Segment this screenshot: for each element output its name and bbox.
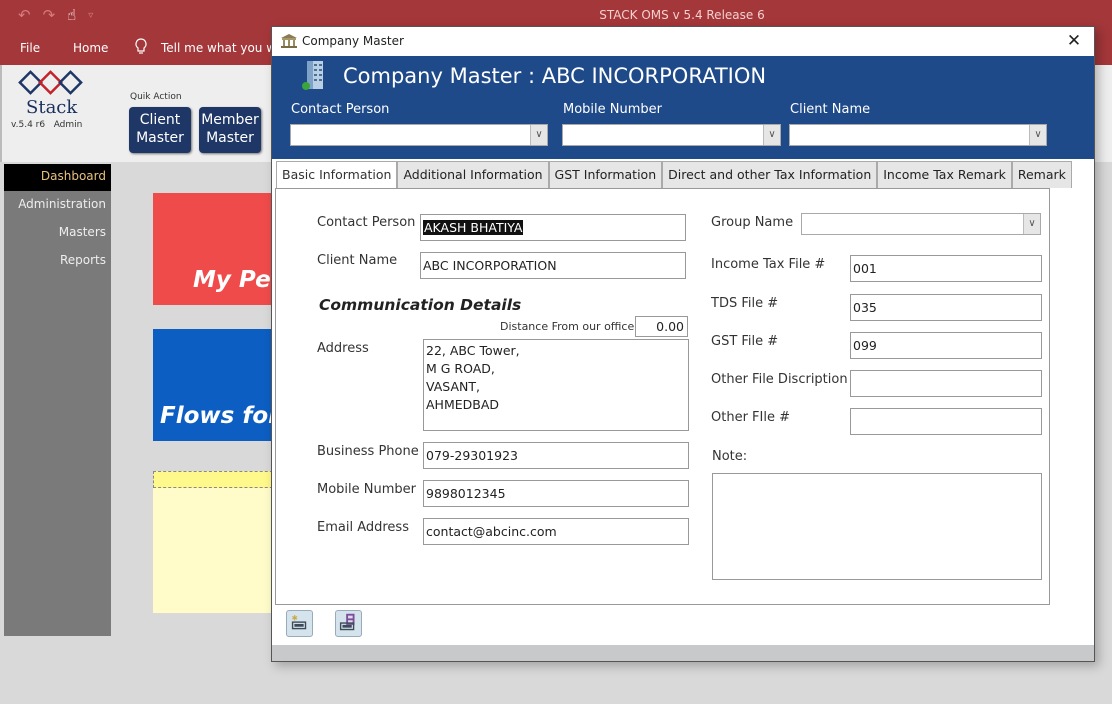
quick-action-label: Quik Action: [130, 92, 182, 102]
nav-item-dashboard[interactable]: Dashboard: [4, 164, 111, 191]
address-line: 22, ABC Tower,: [426, 343, 520, 358]
close-icon[interactable]: ✕: [1062, 29, 1086, 53]
nav-item-administration[interactable]: Administration: [18, 197, 106, 211]
app-title: STACK OMS v 5.4 Release 6: [599, 8, 765, 22]
button-line: Client: [139, 112, 181, 128]
save-record-button[interactable]: [335, 610, 362, 637]
gst-file-label: GST File #: [711, 334, 779, 349]
svg-text:✱: ✱: [292, 613, 298, 622]
communication-details-heading: Communication Details: [319, 296, 522, 314]
address-line: AHMEDBAD: [426, 397, 500, 412]
notes-header-strip: [153, 471, 283, 488]
gst-file-field[interactable]: 099: [850, 332, 1042, 359]
business-phone-field[interactable]: 079-29301923: [423, 442, 689, 469]
contact-person-field[interactable]: AKASH BHATIYA: [420, 214, 686, 241]
group-name-label: Group Name: [711, 215, 794, 230]
tell-me-search[interactable]: Tell me what you wa: [161, 41, 283, 55]
group-name-combo[interactable]: ∨: [801, 213, 1041, 235]
new-record-icon: ✱: [292, 613, 307, 630]
version-label: v.5.4 r6: [11, 120, 46, 130]
filter-contact-person-label: Contact Person: [291, 102, 390, 117]
nav-item-masters[interactable]: Masters: [59, 225, 106, 239]
tab-basic-information[interactable]: Basic Information: [276, 161, 398, 189]
sidebar-nav: Dashboard Administration Masters Reports: [4, 164, 111, 636]
dialog-heading: Company Master : ABC INCORPORATION: [343, 64, 767, 88]
button-line: Member: [201, 112, 259, 128]
tab-strip: Basic Information Additional Information…: [276, 161, 1072, 189]
button-line: Master: [136, 130, 184, 146]
note-textarea[interactable]: [712, 473, 1042, 580]
dialog-title-bar: Company Master ✕: [272, 27, 1094, 56]
chevron-down-icon[interactable]: ∨: [530, 125, 547, 145]
tab-additional-information[interactable]: Additional Information: [397, 161, 549, 188]
filter-mobile-number-combo[interactable]: ∨: [562, 124, 781, 146]
brand-name: Stack: [26, 97, 78, 118]
dialog-title: Company Master: [302, 34, 404, 48]
other-file-description-label: Other File Discription: [711, 372, 848, 387]
nav-item-reports[interactable]: Reports: [60, 253, 106, 267]
lightbulb-icon: [135, 38, 147, 54]
address-textarea[interactable]: 22, ABC Tower, M G ROAD, VASANT, AHMEDBA…: [423, 339, 689, 431]
income-tax-file-label: Income Tax File #: [711, 257, 826, 272]
other-file-description-field[interactable]: [850, 370, 1042, 397]
office-building-icon: [302, 61, 323, 90]
company-master-dialog: Company Master ✕ Company Master : ABC IN…: [271, 26, 1095, 662]
tab-remark[interactable]: Remark: [1011, 161, 1072, 188]
filter-contact-person-combo[interactable]: ∨: [290, 124, 548, 146]
chevron-down-icon[interactable]: ∨: [1023, 214, 1040, 234]
mobile-number-field[interactable]: 9898012345: [423, 480, 689, 507]
business-phone-label: Business Phone: [317, 444, 419, 459]
dashboard-notes-panel: [153, 471, 283, 613]
tile-label: Flows for: [160, 403, 280, 429]
building-columns-icon: [281, 34, 297, 48]
selected-text: AKASH BHATIYA: [423, 220, 524, 235]
button-line: Master: [206, 130, 254, 146]
distance-label: Distance From our office:: [500, 320, 638, 333]
other-file-number-label: Other FIle #: [711, 410, 790, 425]
version-info: v.5.4 r6 Admin: [11, 120, 82, 130]
ribbon-tab-home[interactable]: Home: [73, 41, 108, 55]
dialog-footer-bar: [272, 645, 1094, 661]
tab-income-tax-remark[interactable]: Income Tax Remark: [877, 161, 1012, 188]
filter-mobile-number-label: Mobile Number: [563, 102, 662, 117]
dashboard-tile-performance[interactable]: My Pe: [153, 193, 283, 305]
chevron-down-icon[interactable]: ∨: [763, 125, 780, 145]
other-file-number-field[interactable]: [850, 408, 1042, 435]
tds-file-field[interactable]: 035: [850, 294, 1042, 321]
client-name-field[interactable]: ABC INCORPORATION: [420, 252, 686, 279]
tab-gst-information[interactable]: GST Information: [548, 161, 663, 188]
dashboard-tile-flows[interactable]: Flows for: [153, 329, 283, 441]
income-tax-file-field[interactable]: 001: [850, 255, 1042, 282]
note-label: Note:: [712, 449, 748, 464]
address-label: Address: [317, 341, 369, 356]
dialog-header: Company Master : ABC INCORPORATION Conta…: [272, 56, 1094, 159]
basic-information-panel: Contact Person AKASH BHATIYA Client Name…: [275, 188, 1050, 605]
filter-client-name-combo[interactable]: ∨: [789, 124, 1047, 146]
tab-direct-tax-information[interactable]: Direct and other Tax Information: [662, 161, 878, 188]
filter-client-name-label: Client Name: [790, 102, 871, 117]
mobile-number-label: Mobile Number: [317, 482, 416, 497]
contact-person-label: Contact Person: [317, 215, 416, 230]
address-line: M G ROAD,: [426, 361, 495, 376]
ribbon-tab-file[interactable]: File: [20, 41, 40, 55]
email-address-label: Email Address: [317, 520, 409, 535]
new-record-button[interactable]: ✱: [286, 610, 313, 637]
stack-logo-icon: [18, 70, 83, 95]
save-icon: [339, 613, 355, 631]
address-line: VASANT,: [426, 379, 480, 394]
tds-file-label: TDS File #: [711, 296, 779, 311]
member-master-button[interactable]: Member Master: [199, 107, 261, 153]
role-label: Admin: [53, 120, 83, 130]
chevron-down-icon[interactable]: ∨: [1029, 125, 1046, 145]
email-address-field[interactable]: contact@abcinc.com: [423, 518, 689, 545]
client-name-label: Client Name: [317, 253, 398, 268]
distance-field[interactable]: 0.00: [635, 316, 688, 337]
client-master-button[interactable]: Client Master: [129, 107, 191, 153]
tile-label: My Pe: [193, 267, 271, 293]
